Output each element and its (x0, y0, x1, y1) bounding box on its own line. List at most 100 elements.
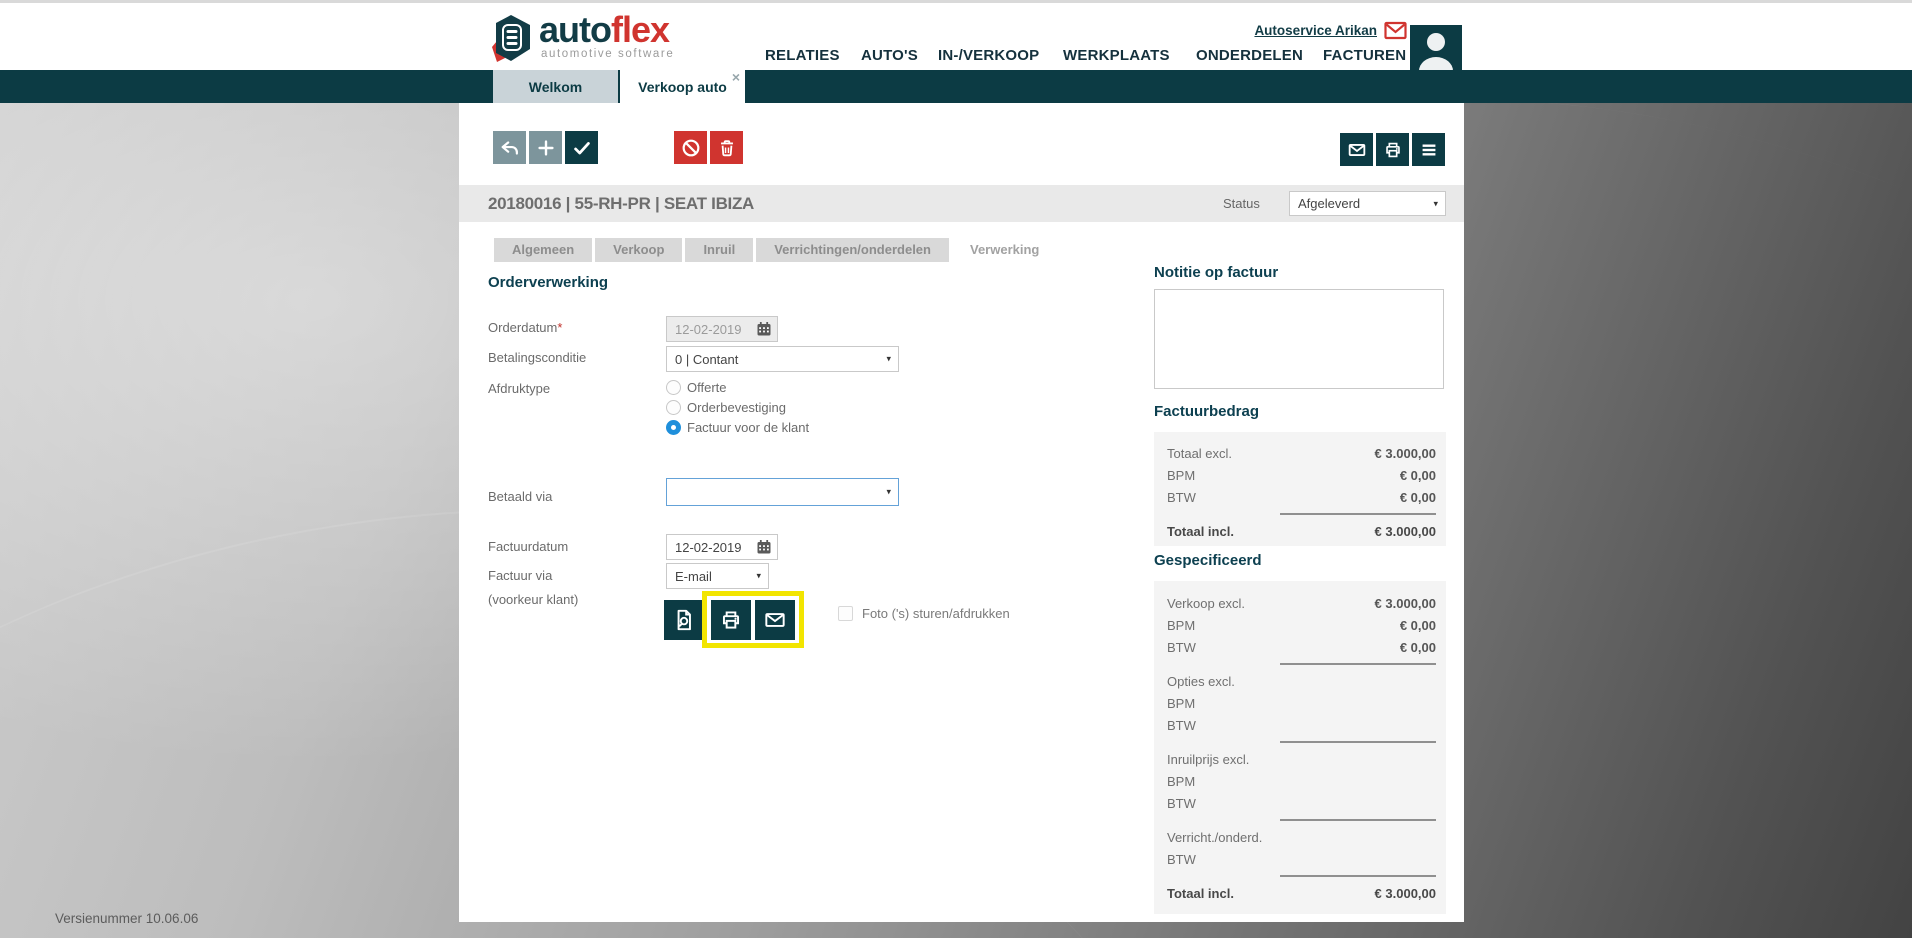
money-row: Totaal excl.€ 3.000,00 (1154, 442, 1446, 464)
confirm-button[interactable] (565, 131, 598, 164)
delete-button[interactable] (710, 131, 743, 164)
factuur-via-select[interactable]: E-mail ▾ (666, 563, 769, 589)
required-asterisk: * (557, 320, 562, 335)
envelope-icon (762, 607, 788, 633)
print-button[interactable] (1376, 133, 1409, 166)
person-icon (1410, 27, 1462, 71)
user-avatar[interactable] (1410, 25, 1462, 71)
close-icon[interactable]: × (732, 70, 740, 84)
money-row: BPM€ 0,00 (1154, 464, 1446, 486)
envelope-icon (1346, 139, 1368, 161)
document-preview-icon (671, 607, 697, 633)
money-row: BTW (1154, 714, 1446, 736)
app-window: autoflex automotive software RELATIES AU… (0, 0, 1912, 938)
chevron-down-icon: ▾ (756, 571, 761, 582)
preview-document-button[interactable] (664, 600, 704, 640)
printer-icon (718, 607, 744, 633)
nav-in-verkoop[interactable]: IN-/VERKOOP (938, 47, 1039, 64)
sum-divider (1280, 875, 1436, 877)
nav-autos[interactable]: AUTO'S (861, 47, 918, 64)
factuurdatum-label: Factuurdatum (488, 539, 568, 554)
betaald-via-select[interactable]: ▾ (666, 478, 899, 506)
chevron-down-icon: ▾ (1433, 198, 1438, 209)
subtab-algemeen[interactable]: Algemeen (494, 238, 592, 262)
account-mail-icon[interactable] (1384, 21, 1407, 40)
foto-checkbox[interactable] (838, 606, 853, 621)
voorkeur-klant-label: (voorkeur klant) (488, 592, 578, 607)
subtab-verkoop[interactable]: Verkoop (595, 238, 682, 262)
money-row: BPM€ 0,00 (1154, 614, 1446, 636)
email-button[interactable] (1340, 133, 1373, 166)
status-select[interactable]: Afgeleverd ▾ (1289, 191, 1446, 216)
radio-offerte[interactable]: Offerte (666, 378, 727, 397)
undo-button[interactable] (493, 131, 526, 164)
cancel-button[interactable] (674, 131, 707, 164)
trash-icon (716, 137, 738, 159)
gespecificeerd-title: Gespecificeerd (1154, 552, 1262, 569)
radio-factuur-voor-de-klant[interactable]: Factuur voor de klant (666, 418, 809, 437)
subtab-bar: Algemeen Verkoop Inruil Verrichtingen/on… (494, 238, 1057, 262)
radio-orderbevestiging[interactable]: Orderbevestiging (666, 398, 786, 417)
calendar-icon[interactable] (756, 539, 772, 555)
add-button[interactable] (529, 131, 562, 164)
factuurdatum-value[interactable] (675, 540, 769, 555)
undo-icon (499, 137, 521, 159)
money-row: Verkoop excl.€ 3.000,00 (1154, 592, 1446, 614)
orderdatum-input: 12-02-2019 (666, 316, 778, 342)
nav-facturen[interactable]: FACTUREN (1323, 47, 1406, 64)
sum-divider (1280, 741, 1436, 743)
nav-werkplaats[interactable]: WERKPLAATS (1063, 47, 1170, 64)
logo-text: autoflex automotive software (539, 14, 674, 60)
factuurbedrag-box: Totaal excl.€ 3.000,00 BPM€ 0,00 BTW€ 0,… (1154, 432, 1446, 546)
notitie-textarea[interactable] (1154, 289, 1444, 389)
version-number: Versienummer 10.06.06 (55, 911, 198, 926)
notitie-title: Notitie op factuur (1154, 264, 1278, 281)
logo-word-flex: flex (611, 9, 669, 50)
gespecificeerd-box: Verkoop excl.€ 3.000,00 BPM€ 0,00 BTW€ 0… (1154, 581, 1446, 914)
subtab-verrichtingen-onderdelen[interactable]: Verrichtingen/onderdelen (756, 238, 949, 262)
money-row: BTW (1154, 848, 1446, 870)
radio-selected-icon[interactable] (666, 420, 681, 435)
chevron-down-icon: ▾ (886, 354, 891, 365)
subtab-inruil[interactable]: Inruil (685, 238, 753, 262)
tab-bar: Welkom Verkoop auto × (0, 70, 1912, 103)
print-invoice-button[interactable] (711, 600, 751, 640)
money-row: BPM (1154, 692, 1446, 714)
plus-icon (535, 137, 557, 159)
betalingsconditie-select[interactable]: 0 | Contant ▾ (666, 346, 899, 372)
money-row: Opties excl. (1154, 670, 1446, 692)
money-total-row: Totaal incl.€ 3.000,00 (1154, 520, 1446, 542)
foto-checkbox-label: Foto ('s) sturen/afdrukken (862, 606, 1010, 621)
check-icon (571, 137, 593, 159)
logo-tagline: automotive software (541, 49, 674, 59)
money-row: Inruilprijs excl. (1154, 748, 1446, 770)
money-row: BPM (1154, 770, 1446, 792)
sum-divider (1280, 513, 1436, 515)
chevron-down-icon: ▾ (886, 487, 891, 498)
logo-hexagon-icon (488, 14, 534, 62)
menu-button[interactable] (1412, 133, 1445, 166)
subtab-verwerking[interactable]: Verwerking (952, 238, 1057, 262)
nav-onderdelen[interactable]: ONDERDELEN (1196, 47, 1303, 64)
status-value: Afgeleverd (1298, 196, 1360, 211)
printer-icon (1382, 139, 1404, 161)
betaald-via-label: Betaald via (488, 489, 552, 504)
factuurbedrag-title: Factuurbedrag (1154, 403, 1259, 420)
logo-word-auto: auto (539, 9, 611, 50)
money-total-row: Totaal incl.€ 3.000,00 (1154, 882, 1446, 904)
section-title-orderverwerking: Orderverwerking (488, 274, 608, 291)
factuurdatum-input[interactable] (666, 534, 778, 560)
tab-label: Verkoop auto (638, 79, 727, 95)
tab-verkoop-auto[interactable]: Verkoop auto × (620, 70, 745, 103)
tab-welkom[interactable]: Welkom (493, 70, 618, 103)
account-link[interactable]: Autoservice Arikan (1254, 23, 1377, 38)
radio-icon[interactable] (666, 380, 681, 395)
money-row: BTW€ 0,00 (1154, 636, 1446, 658)
factuur-via-label: Factuur via (488, 568, 552, 583)
logo[interactable]: autoflex automotive software (488, 14, 674, 62)
nav-relaties[interactable]: RELATIES (765, 47, 840, 64)
email-invoice-button[interactable] (755, 600, 795, 640)
money-row: BTW€ 0,00 (1154, 486, 1446, 508)
sum-divider (1280, 663, 1436, 665)
radio-icon[interactable] (666, 400, 681, 415)
